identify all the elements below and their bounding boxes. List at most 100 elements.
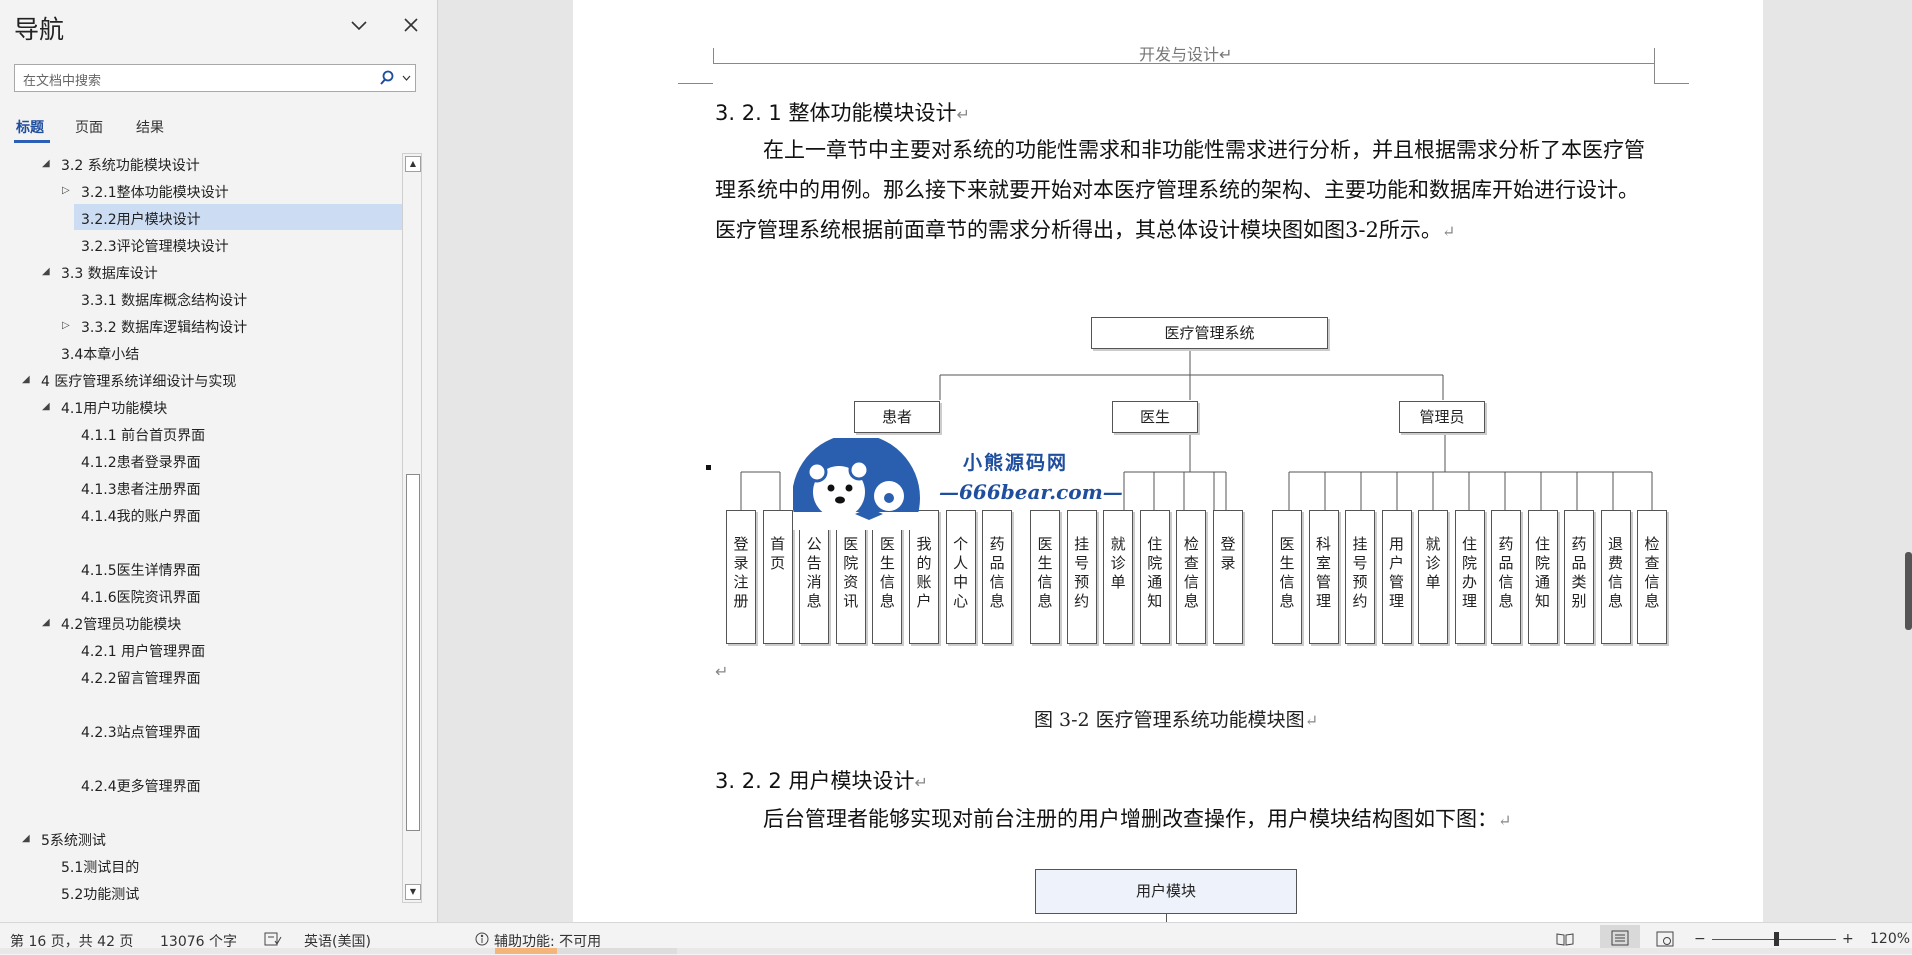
nav-heading-item[interactable]: ◢ 3.2 系统功能模块设计 [0,150,402,176]
nav-heading-item[interactable]: 3.2.3评论管理模块设计 [0,231,402,257]
nav-heading-item[interactable]: 5.2功能测试 [0,879,402,905]
figure-caption[interactable]: 图 3-2 医疗管理系统功能模块图↵ [1034,705,1318,732]
nav-heading-item[interactable]: 3.4本章小结 [0,339,402,365]
navigation-pane: 导航 在文档中搜索 标题 页面 结果 ◢ 3.2 系统功能模块设计 ▷ 3.2.1整体… [0,0,438,922]
scroll-up-arrow-icon[interactable]: ▲ [405,156,421,172]
diagram-leaf-node: 住院通知 [1139,510,1170,644]
chevron-down-icon[interactable] [348,16,370,36]
zoom-out-button[interactable]: − [1694,931,1706,947]
nav-heading-label: 4 医疗管理系统详细设计与实现 [41,374,237,390]
nav-title: 导航 [14,15,65,44]
diagram-leaf-node: 个人中心 [945,510,976,644]
nav-heading-label: 4.2.4更多管理界面 [81,779,201,795]
web-layout-icon[interactable] [1656,931,1674,947]
nav-scrollbar[interactable]: ▲ ▼ [402,153,422,903]
collapse-arrow-icon[interactable]: ◢ [42,266,50,277]
nav-heading-item[interactable]: 4.2.3站点管理界面 [0,717,402,743]
search-input[interactable]: 在文档中搜索 [14,64,416,92]
tab-results[interactable]: 结果 [136,117,164,137]
nav-heading-label: 4.1.6医院资讯界面 [81,590,201,606]
document-page[interactable]: 开发与设计↵ 3. 2. 1 整体功能模块设计↵ 在上一章节中主要对系统的功能性… [573,0,1763,922]
document-scrollbar-thumb[interactable] [1905,552,1912,630]
caption-text: 图 3-2 医疗管理系统功能模块图 [1034,709,1305,731]
nav-heading-item[interactable]: 4.2.4更多管理界面 [0,771,402,797]
nav-heading-item[interactable]: ◢ 5系统测试 [0,825,402,851]
diagram-leaf-node: 住院办理 [1454,510,1485,644]
watermark-url: —666bear.com— [939,480,1123,504]
diagram-leaf-label: 医生信息 [1037,535,1053,610]
user-module-node: 用户模块 [1035,869,1297,914]
nav-heading-item[interactable] [0,690,402,716]
diagram-group-doctor: 医生 [1112,401,1198,433]
diagram-leaf-node: 公告消息 [799,510,830,644]
tab-headings[interactable]: 标题 [16,117,44,137]
accessibility-icon[interactable] [474,931,492,947]
nav-heading-item[interactable]: 4.1.6医院资讯界面 [0,582,402,608]
nav-heading-item[interactable]: ◢ 3.3 数据库设计 [0,258,402,284]
print-layout-icon [1611,930,1629,946]
collapse-arrow-icon[interactable]: ◢ [22,374,30,385]
chevron-down-icon[interactable] [402,72,411,84]
nav-heading-item[interactable]: 4.1.5医生详情界面 [0,555,402,581]
nav-heading-label: 4.1.3患者注册界面 [81,482,201,498]
nav-heading-item[interactable]: ▷ 3.3.2 数据库逻辑结构设计 [0,312,402,338]
nav-heading-item[interactable] [0,528,402,554]
nav-heading-item[interactable]: 5.1测试目的 [0,852,402,878]
nav-heading-label: 5系统测试 [41,833,106,849]
diagram-leaf-node: 我的账户 [909,510,939,644]
expand-arrow-icon[interactable]: ▷ [62,185,70,196]
nav-heading-item[interactable]: ◢ 4.1用户功能模块 [0,393,402,419]
nav-heading-item[interactable] [0,744,402,770]
diagram-leaf-node: 医院资讯 [835,510,866,644]
nav-heading-label: 3.2.1整体功能模块设计 [81,185,229,201]
zoom-level[interactable]: 120% [1870,931,1910,947]
diagram-leaf-node: 药品信息 [1491,510,1521,644]
nav-heading-item[interactable]: 4.1.2患者登录界面 [0,447,402,473]
heading-3-2-2[interactable]: 3. 2. 2 用户模块设计↵ [715,765,928,795]
nav-heading-label: 3.2 系统功能模块设计 [61,158,200,174]
scrollbar-thumb[interactable] [406,474,420,831]
nav-heading-item[interactable]: ▷ 3.2.1整体功能模块设计 [0,177,402,203]
proofing-icon[interactable] [264,931,282,947]
watermark-title: 小熊源码网 [963,452,1069,474]
expand-arrow-icon[interactable]: ▷ [62,320,70,331]
diagram-leaf-node: 检查信息 [1637,510,1667,644]
diagram-leaf-label: 药品类别 [1571,535,1587,610]
nav-heading-item[interactable]: 3.3.1 数据库概念结构设计 [0,285,402,311]
diagram-root-node: 医疗管理系统 [1091,317,1328,349]
zoom-in-button[interactable]: + [1842,931,1854,947]
scroll-down-arrow-icon[interactable]: ▼ [405,884,421,900]
collapse-arrow-icon[interactable]: ◢ [42,617,50,628]
nav-heading-label: 3.2.2用户模块设计 [81,212,201,228]
zoom-slider-thumb[interactable] [1774,932,1779,946]
nav-heading-item[interactable]: ◢ 4 医疗管理系统详细设计与实现 [0,366,402,392]
nav-heading-item[interactable]: 3.2.2用户模块设计 [74,204,402,230]
diagram-leaf-label: 首页 [770,535,786,572]
collapse-arrow-icon[interactable]: ◢ [22,833,30,844]
nav-heading-item[interactable]: 4.2.2留言管理界面 [0,663,402,689]
nav-heading-item[interactable]: 4.1.3患者注册界面 [0,474,402,500]
paragraph-user-module[interactable]: 后台管理者能够实现对前台注册的用户增删改查操作，用户模块结构图如下图：↵ [715,799,1653,841]
paragraph-text: 后台管理者能够实现对前台注册的用户增删改查操作，用户模块结构图如下图： [763,807,1498,831]
nav-heading-label: 5.2功能测试 [61,887,140,903]
nav-heading-item[interactable]: 4.2.1 用户管理界面 [0,636,402,662]
nav-heading-item[interactable]: ◢ 4.2管理员功能模块 [0,609,402,635]
diagram-leaf-node: 医生信息 [1272,510,1302,644]
taskbar-strip [0,948,1912,954]
diagram-leaf-node: 药品类别 [1564,510,1594,644]
nav-heading-item[interactable] [0,798,402,824]
read-mode-icon[interactable] [1556,931,1574,947]
nav-heading-label: 3.2.3评论管理模块设计 [81,239,229,255]
diagram-connector [1166,914,1167,922]
diagram-leaf-node: 医生信息 [872,510,903,644]
nav-heading-item[interactable]: 4.1.4我的账户界面 [0,501,402,527]
collapse-arrow-icon[interactable]: ◢ [42,158,50,169]
collapse-arrow-icon[interactable]: ◢ [42,401,50,412]
search-icon[interactable] [379,70,395,86]
bear-logo-icon [792,434,923,562]
tab-pages[interactable]: 页面 [75,117,103,137]
nav-heading-label: 4.1.2患者登录界面 [81,455,201,471]
nav-heading-item[interactable]: 4.1.1 前台首页界面 [0,420,402,446]
diagram-group-patient: 患者 [854,401,940,433]
close-icon[interactable] [400,14,422,36]
